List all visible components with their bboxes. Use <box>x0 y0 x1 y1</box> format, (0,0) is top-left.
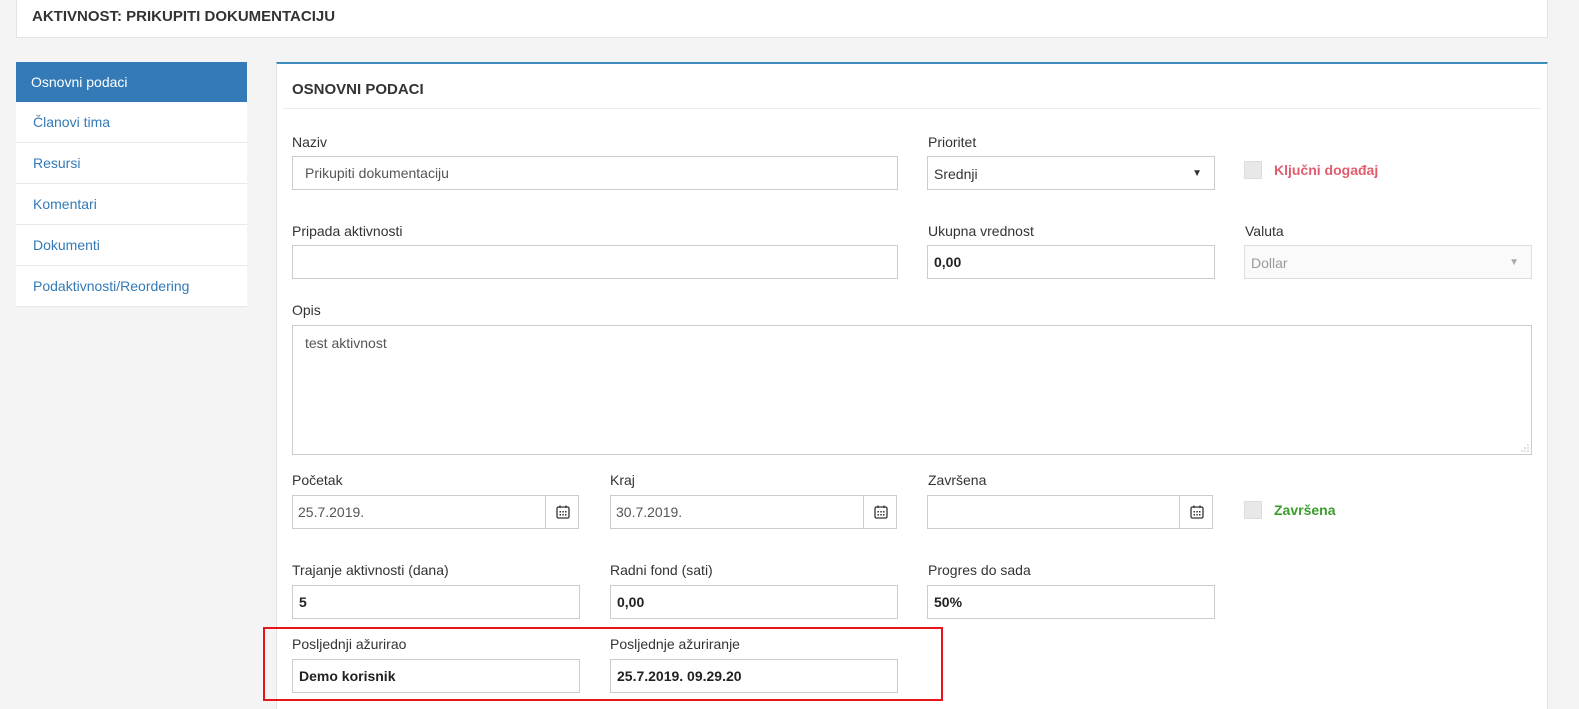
kljucni-checkbox[interactable] <box>1244 161 1262 179</box>
radni-fond-label: Radni fond (sati) <box>610 562 713 578</box>
resize-handle-icon[interactable] <box>1521 444 1529 452</box>
ukupna-label: Ukupna vrednost <box>928 223 1034 239</box>
progres-input[interactable]: 50% <box>927 585 1215 619</box>
kljucni-label: Ključni događaj <box>1274 162 1379 178</box>
zavrsena-date-label: Završena <box>928 472 987 488</box>
pocetak-label: Početak <box>292 472 343 488</box>
sidebar-item-clanovi-tima[interactable]: Članovi tima <box>16 102 247 143</box>
progres-label: Progres do sada <box>928 562 1031 578</box>
radni-fond-input[interactable]: 0,00 <box>610 585 898 619</box>
calendar-icon <box>873 505 888 519</box>
valuta-value: Dollar <box>1251 255 1288 271</box>
ukupna-input[interactable]: 0,00 <box>927 245 1215 279</box>
zavrsena-date-input[interactable] <box>927 495 1213 529</box>
pocetak-value: 25.7.2019. <box>298 504 365 520</box>
sidebar-item-podaktivnosti[interactable]: Podaktivnosti/Reordering <box>16 266 247 307</box>
sidebar-item-osnovni-podaci[interactable]: Osnovni podaci <box>16 62 247 102</box>
pocetak-date-button[interactable] <box>545 496 578 528</box>
kraj-date-button[interactable] <box>863 496 896 528</box>
naziv-input[interactable]: Prikupiti dokumentaciju <box>292 156 898 190</box>
sidebar-item-dokumenti[interactable]: Dokumenti <box>16 225 247 266</box>
page-title: AKTIVNOST: PRIKUPITI DOKUMENTACIJU <box>32 8 336 25</box>
pripada-label: Pripada aktivnosti <box>292 223 403 239</box>
sidebar: Osnovni podaci Članovi tima Resursi Kome… <box>16 62 247 307</box>
naziv-label: Naziv <box>292 134 328 150</box>
pripada-input[interactable] <box>292 245 898 279</box>
valuta-label: Valuta <box>1245 223 1284 239</box>
kraj-label: Kraj <box>610 472 635 488</box>
prioritet-value: Srednji <box>934 166 978 182</box>
caret-down-icon: ▼ <box>1192 168 1202 179</box>
opis-textarea[interactable]: test aktivnost <box>292 325 1532 455</box>
opis-label: Opis <box>292 302 321 318</box>
pocetak-input[interactable]: 25.7.2019. <box>292 495 579 529</box>
trajanje-input[interactable]: 5 <box>292 585 580 619</box>
trajanje-label: Trajanje aktivnosti (dana) <box>292 562 449 578</box>
sidebar-item-komentari[interactable]: Komentari <box>16 184 247 225</box>
calendar-icon <box>555 505 570 519</box>
zavrsena-checkbox-label: Završena <box>1274 502 1336 518</box>
kraj-value: 30.7.2019. <box>616 504 683 520</box>
main-panel: OSNOVNI PODACI Naziv Prikupiti dokumenta… <box>276 62 1548 709</box>
page-header: AKTIVNOST: PRIKUPITI DOKUMENTACIJU <box>16 0 1548 38</box>
valuta-select: Dollar ▼ <box>1244 245 1532 279</box>
sidebar-item-resursi[interactable]: Resursi <box>16 143 247 184</box>
kraj-input[interactable]: 30.7.2019. <box>610 495 897 529</box>
panel-title: OSNOVNI PODACI <box>292 81 424 98</box>
zavrsena-date-button[interactable] <box>1179 496 1212 528</box>
zavrsena-checkbox[interactable] <box>1244 501 1262 519</box>
prioritet-label: Prioritet <box>928 134 977 150</box>
panel-divider <box>283 108 1541 109</box>
opis-value: test aktivnost <box>305 335 387 351</box>
calendar-icon <box>1189 505 1204 519</box>
caret-down-icon: ▼ <box>1509 257 1519 268</box>
highlight-box <box>263 627 943 701</box>
prioritet-select[interactable]: Srednji ▼ <box>927 156 1215 190</box>
